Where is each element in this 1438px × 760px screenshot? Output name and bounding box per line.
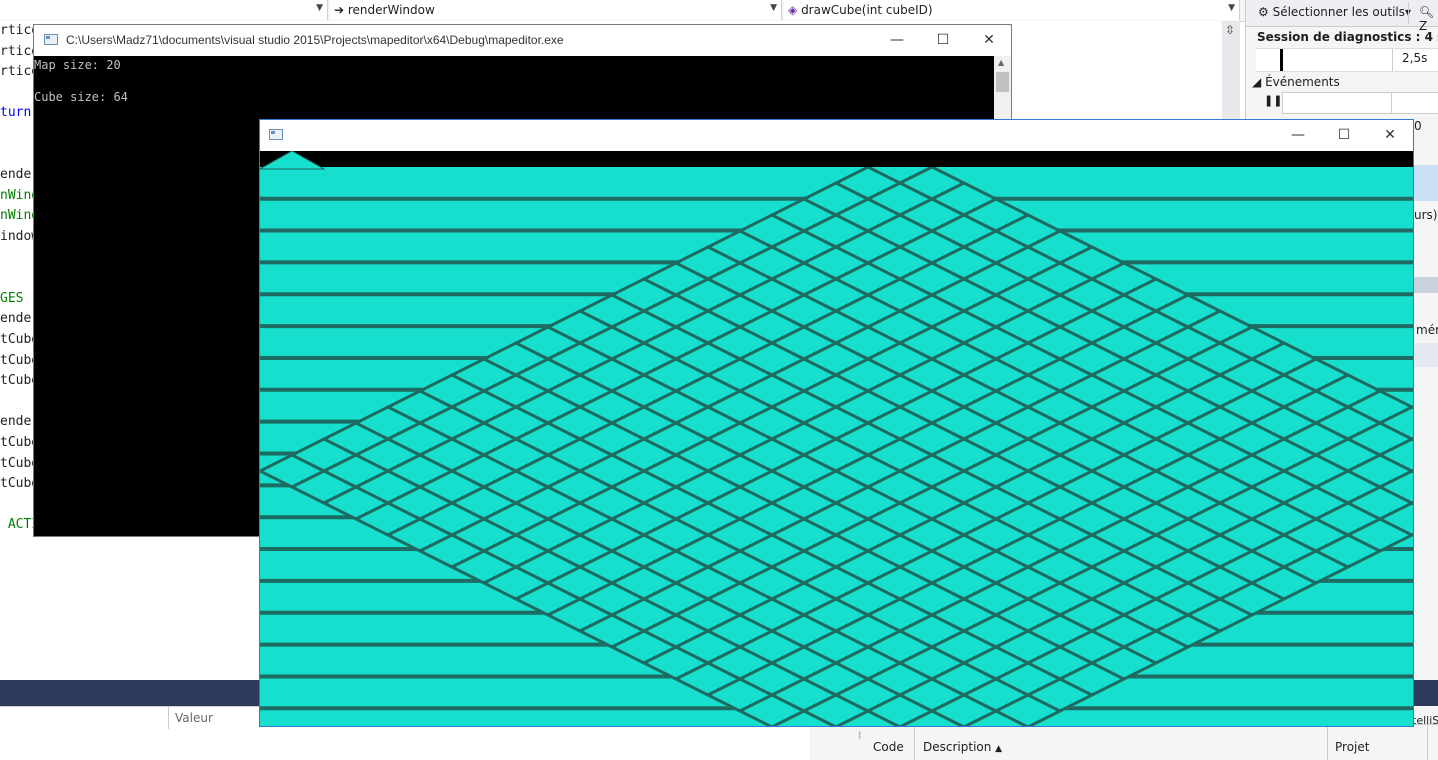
fragment-zero: 0: [1414, 119, 1422, 133]
column-code[interactable]: Code: [873, 740, 904, 754]
method-icon: ◈: [788, 3, 798, 17]
maximize-button[interactable]: ☐: [920, 25, 966, 55]
member-label: ◈ drawCube(int cubeID): [788, 3, 933, 17]
fragment-memory: mér: [1416, 323, 1438, 337]
console-line: Map size: 20: [34, 58, 121, 72]
console-line: Cube size: 64: [34, 90, 128, 104]
events-header[interactable]: ◢ Événements: [1252, 75, 1340, 89]
chevron-down-icon: ▼: [1228, 3, 1235, 13]
events-track: [1282, 92, 1438, 114]
render-app-icon: [269, 129, 283, 140]
console-titlebar[interactable]: C:\Users\Madz71\documents\visual studio …: [34, 25, 1011, 56]
navigation-bar: ▼ ➔ renderWindow ▼ ◈ drawCube(int cubeID…: [0, 0, 1245, 22]
pause-icon[interactable]: ❚❚: [1264, 94, 1282, 107]
console-title: C:\Users\Madz71\documents\visual studio …: [66, 33, 564, 47]
timeline-ruler[interactable]: 2,5s: [1256, 48, 1438, 72]
scroll-up-icon[interactable]: ▲: [998, 58, 1004, 67]
maximize-button[interactable]: ☐: [1321, 120, 1367, 150]
render-canvas[interactable]: [260, 151, 1413, 726]
function-label: ➔ renderWindow: [334, 3, 435, 17]
split-icon[interactable]: ⇳: [1225, 23, 1235, 37]
code-line: turn: [0, 105, 32, 121]
timeline-tick: 2,5s: [1402, 51, 1428, 65]
member-dropdown[interactable]: ◈ drawCube(int cubeID) ▼: [784, 0, 1240, 20]
maximize-icon: ☐: [936, 32, 950, 48]
session-label: Session de diagnostics : 4 secondes: [1257, 30, 1438, 44]
close-icon: ✕: [1384, 127, 1396, 143]
filter-icon[interactable]: ⁞: [858, 729, 862, 742]
zoom-button[interactable]: 🔍︎Z: [1419, 5, 1438, 33]
function-dropdown[interactable]: ➔ renderWindow ▼: [330, 0, 782, 20]
code-line: GES: [0, 290, 24, 306]
minimize-icon: —: [1291, 127, 1305, 143]
scroll-thumb[interactable]: [996, 72, 1009, 92]
minimize-button[interactable]: —: [874, 25, 920, 55]
fragment-hours: urs): [1414, 208, 1438, 222]
diagnostics-toolbar: ⚙ Sélectionner les outils▾ 🔍︎Z: [1246, 0, 1438, 33]
select-tools-button[interactable]: ⚙ Sélectionner les outils▾: [1258, 5, 1411, 19]
member-name: drawCube(int cubeID): [801, 3, 933, 17]
zoom-icon: 🔍︎: [1419, 5, 1435, 19]
close-button[interactable]: ✕: [966, 25, 1012, 55]
close-icon: ✕: [983, 32, 995, 48]
watch-column-value[interactable]: Valeur: [175, 711, 213, 725]
gear-icon: ⚙: [1258, 5, 1269, 19]
column-description[interactable]: Description ▲: [923, 740, 1002, 754]
close-button[interactable]: ✕: [1367, 120, 1413, 150]
sort-up-icon: ▲: [995, 744, 1003, 754]
console-app-icon: [44, 34, 58, 45]
column-project[interactable]: Projet: [1335, 740, 1369, 754]
scope-dropdown[interactable]: ▼: [0, 0, 328, 20]
minimize-icon: —: [890, 32, 904, 48]
render-titlebar[interactable]: — ☐ ✕: [260, 120, 1413, 151]
isometric-map: [260, 151, 1413, 726]
maximize-icon: ☐: [1337, 127, 1351, 143]
function-name: renderWindow: [347, 3, 435, 17]
render-window[interactable]: — ☐ ✕: [259, 119, 1414, 727]
error-list: ⁞ Code Description ▲ Projet: [810, 724, 1438, 760]
chevron-down-icon: ▼: [770, 3, 777, 13]
top-band: [260, 151, 1413, 167]
chevron-down-icon: ▼: [316, 3, 323, 13]
minimize-button[interactable]: —: [1275, 120, 1321, 150]
collapse-icon: ◢: [1252, 75, 1262, 89]
